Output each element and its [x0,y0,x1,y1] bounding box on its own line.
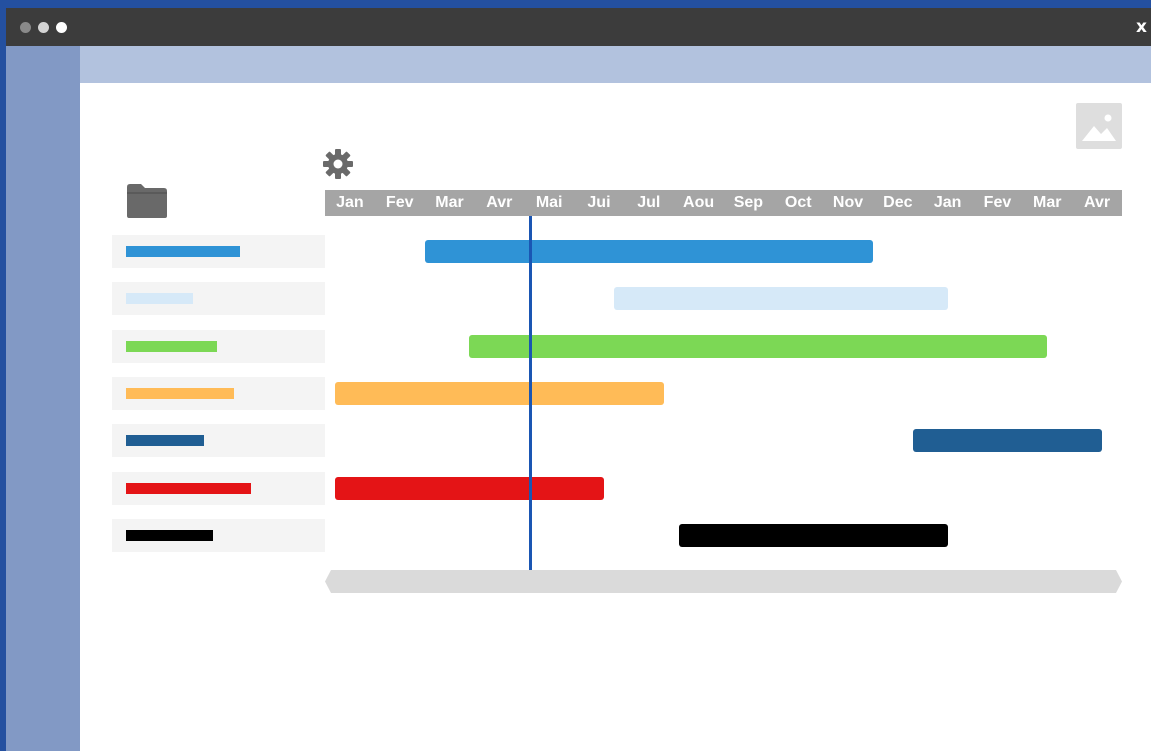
month-label: Fev [385,194,414,211]
month-label: Jan [933,194,962,211]
task-name-placeholder [126,482,252,494]
task-row[interactable] [112,235,325,268]
horizontal-scrollbar[interactable] [325,570,1122,593]
month-label: Jui [587,194,611,211]
toolbar-strip [80,46,1151,83]
task-name-placeholder [126,387,235,399]
task-bar[interactable] [912,429,1103,453]
task-bar[interactable] [334,381,664,405]
month-label: Aou [683,194,715,211]
today-marker [529,216,533,570]
task-row[interactable] [112,376,325,410]
month-label: Jul [637,194,661,211]
month-label: Mai [535,194,563,211]
window-dot-3[interactable] [56,22,67,33]
task-name-placeholder [126,435,204,447]
task-row[interactable] [112,471,325,505]
close-button[interactable]: x [1136,17,1147,37]
task-row[interactable] [112,329,325,363]
month-label: Dec [883,194,913,211]
task-bar[interactable] [613,287,948,311]
task-row[interactable] [112,518,325,552]
month-label: Mar [435,194,464,211]
task-bar[interactable] [424,240,873,263]
task-name-placeholder [126,246,240,257]
task-name-placeholder [126,293,193,305]
title-bar: x [6,8,1151,46]
month-label: Sep [733,194,764,211]
month-label: Fev [983,194,1012,211]
task-row[interactable] [112,282,325,316]
app-window: x Jan Fev Mar Avr Mai Jui Jul Aou Sep Oc… [6,8,1151,751]
task-name-placeholder [126,529,214,541]
task-bar[interactable] [334,476,604,500]
month-label: Mar [1033,194,1062,211]
month-label: Avr [486,194,513,211]
window-dot-1[interactable] [20,22,31,33]
task-bar[interactable] [469,334,1048,358]
month-label: Avr [1084,194,1111,211]
month-label: Jan [336,194,364,211]
month-label: Oct [784,194,812,211]
window-dot-2[interactable] [38,22,49,33]
folder-icon[interactable] [125,183,169,219]
task-name-placeholder [126,340,218,352]
image-placeholder-icon [1076,103,1122,149]
task-bar[interactable] [678,523,948,547]
month-label: Nov [832,194,864,211]
timeline-header: Jan Fev Mar Avr Mai Jui Jul Aou Sep Oct Nov Dec Jan F… [325,190,1122,216]
sidebar [6,46,80,751]
gear-icon[interactable] [322,148,354,180]
task-row[interactable] [112,424,325,458]
